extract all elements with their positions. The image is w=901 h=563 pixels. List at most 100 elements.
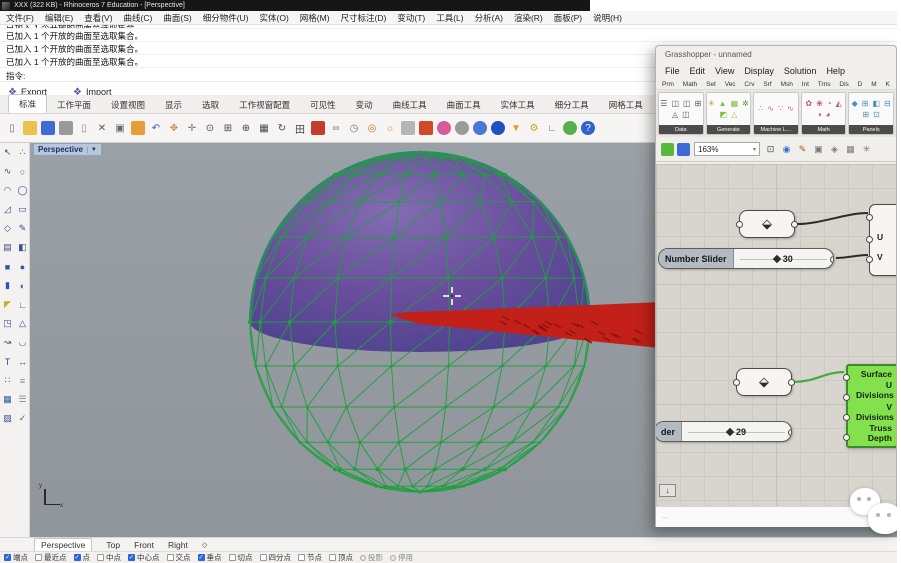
palette-icon[interactable]: ✲	[742, 99, 749, 109]
osnap-checkbox[interactable]: ✓	[74, 554, 81, 561]
circle-icon[interactable]: ○	[15, 162, 30, 181]
preview-eye-icon[interactable]: ◉	[780, 143, 793, 156]
toolbar-tab[interactable]: 显示	[155, 96, 192, 113]
slider-grip[interactable]	[773, 254, 781, 262]
sphere-darkblue-icon[interactable]	[491, 121, 505, 135]
menu-item[interactable]: 曲线(C)	[124, 12, 153, 24]
sphere-blue-icon[interactable]	[473, 121, 487, 135]
canvas-setting-icon[interactable]: ▣	[812, 143, 825, 156]
toolbar-tab[interactable]: 工作平面	[47, 96, 101, 113]
gh-menu-item[interactable]: Help	[826, 66, 845, 76]
viewport-title-tab[interactable]: Perspective ▼	[33, 143, 102, 156]
viewport-layout-icon[interactable]: 田	[293, 121, 307, 135]
toolbar-tab[interactable]: 网格工具	[599, 96, 653, 113]
gh-menu-item[interactable]: File	[665, 66, 680, 76]
wechat-float-icon[interactable]	[848, 486, 901, 540]
gh-menu-item[interactable]: View	[715, 66, 734, 76]
osnap-item[interactable]: 节点	[298, 552, 322, 563]
layers-icon[interactable]: ≡	[15, 371, 30, 390]
gh-category-tab[interactable]: Crv	[744, 81, 754, 88]
menu-item[interactable]: 面板(P)	[554, 12, 582, 24]
boolean-icon[interactable]: ◐	[15, 276, 30, 295]
gh-category-tab[interactable]: Vec	[725, 81, 736, 88]
osnap-checkbox[interactable]	[260, 554, 267, 561]
osnap-item[interactable]: 切点	[229, 552, 253, 563]
gh-save-icon[interactable]	[677, 143, 690, 156]
toolbar-tab[interactable]: 曲线工具	[383, 96, 437, 113]
sketch-pencil-icon[interactable]: ✎	[796, 143, 809, 156]
osnap-item[interactable]: 最近点	[35, 552, 67, 563]
gh-category-tab[interactable]: Msh	[781, 81, 793, 88]
toolbar-tab[interactable]: 曲面工具	[437, 96, 491, 113]
gh-category-tab[interactable]: M	[871, 81, 876, 88]
menu-item[interactable]: 尺寸标注(D)	[341, 12, 387, 24]
arc-icon[interactable]: ◠	[0, 181, 15, 200]
palette-icon[interactable]: ◫	[671, 99, 679, 109]
palette-icon[interactable]: ◩	[720, 110, 728, 120]
toolbar-tab[interactable]: 可见性	[300, 96, 346, 113]
menu-item[interactable]: 细分物件(U)	[203, 12, 249, 24]
menu-item[interactable]: 工具(L)	[436, 12, 463, 24]
gh-category-tab[interactable]: K	[886, 81, 890, 88]
gumball-icon[interactable]: ◎	[365, 121, 379, 135]
solid-box-icon[interactable]: ■	[0, 257, 15, 276]
viewport-tab-top[interactable]: Top	[106, 540, 120, 550]
gold-arrow-icon[interactable]: ◤	[0, 295, 15, 314]
loft-icon[interactable]: △	[15, 314, 30, 333]
radio-icon[interactable]	[390, 555, 396, 561]
truss-component-selected[interactable]: Surface U Divisions V Divisions Truss De…	[846, 364, 896, 448]
palette-group-label[interactable]: Panels	[849, 125, 893, 134]
slider-value-area[interactable]: 29	[682, 422, 791, 441]
ellipse-icon[interactable]: ◯	[15, 181, 30, 200]
menu-item[interactable]: 网格(M)	[300, 12, 330, 24]
zoom-default-icon[interactable]: ⊡	[764, 143, 777, 156]
surface-icon[interactable]: ▤	[0, 238, 15, 257]
zoom-extents-icon[interactable]: ▦	[257, 121, 271, 135]
palette-group-label[interactable]: Generate	[707, 125, 751, 134]
palette-icon[interactable]: ◧	[872, 99, 880, 109]
menu-item[interactable]: 文件(F)	[6, 12, 34, 24]
osnap-extra[interactable]: 停用	[390, 552, 413, 563]
lightbulb-icon[interactable]: ☼	[383, 121, 397, 135]
grasshopper-titlebar[interactable]: Grasshopper - unnamed	[656, 46, 896, 62]
viewport-tab-perspective[interactable]: Perspective	[34, 538, 92, 552]
palette-icon[interactable]: ⊞	[862, 110, 869, 120]
osnap-checkbox[interactable]: ✓	[198, 554, 205, 561]
osnap-item[interactable]: ✓中心点	[128, 552, 160, 563]
menu-item[interactable]: 实体(O)	[260, 12, 289, 24]
polygon-icon[interactable]: ◇	[0, 219, 15, 238]
palette-icon[interactable]: ▲	[719, 99, 727, 109]
move-icon[interactable]: ✛	[185, 121, 199, 135]
filter-icon[interactable]: ▼	[509, 121, 523, 135]
osnap-item[interactable]: 顶点	[329, 552, 353, 563]
lock-icon[interactable]	[401, 121, 415, 135]
grid-mode-icon[interactable]: ▦	[844, 143, 857, 156]
palette-icon[interactable]: ◫	[683, 99, 691, 109]
surface-edit-icon[interactable]: ◳	[0, 314, 15, 333]
osnap-item[interactable]: ✓垂点	[198, 552, 222, 563]
solid-cylinder-icon[interactable]: ▮	[0, 276, 15, 295]
menu-item[interactable]: 分析(A)	[475, 12, 503, 24]
sphere-gray-icon[interactable]	[455, 121, 469, 135]
osnap-item[interactable]: 中点	[97, 552, 121, 563]
pan-icon[interactable]: ✥	[167, 121, 181, 135]
polyline-tool-icon[interactable]: ∟	[545, 121, 559, 135]
gh-menu-item[interactable]: Solution	[784, 66, 817, 76]
pipe-icon[interactable]: ◡	[15, 333, 30, 352]
osnap-item[interactable]: ✓点	[74, 552, 91, 563]
partial-truss-component[interactable]: U V	[869, 204, 896, 276]
canvas-widget-button[interactable]: ↓	[659, 484, 676, 497]
palette-icon[interactable]: ◕	[826, 110, 831, 120]
toolbar-tab[interactable]: 标准	[8, 94, 47, 113]
chevron-down-icon[interactable]: ▼	[87, 147, 97, 153]
slider-value-area[interactable]: 30	[734, 249, 833, 268]
gh-category-tab[interactable]: D	[858, 81, 863, 88]
palette-icon[interactable]: ◬	[672, 110, 678, 120]
menu-item[interactable]: 说明(H)	[593, 12, 622, 24]
palette-icon[interactable]: ∿	[787, 104, 794, 114]
viewport-tab-right[interactable]: Right	[168, 540, 188, 550]
earth-icon[interactable]	[563, 121, 577, 135]
toolbar-tab[interactable]: 设置视图	[101, 96, 155, 113]
palette-icon[interactable]: ◫	[682, 110, 690, 120]
rotate-view-icon[interactable]: ↻	[275, 121, 289, 135]
